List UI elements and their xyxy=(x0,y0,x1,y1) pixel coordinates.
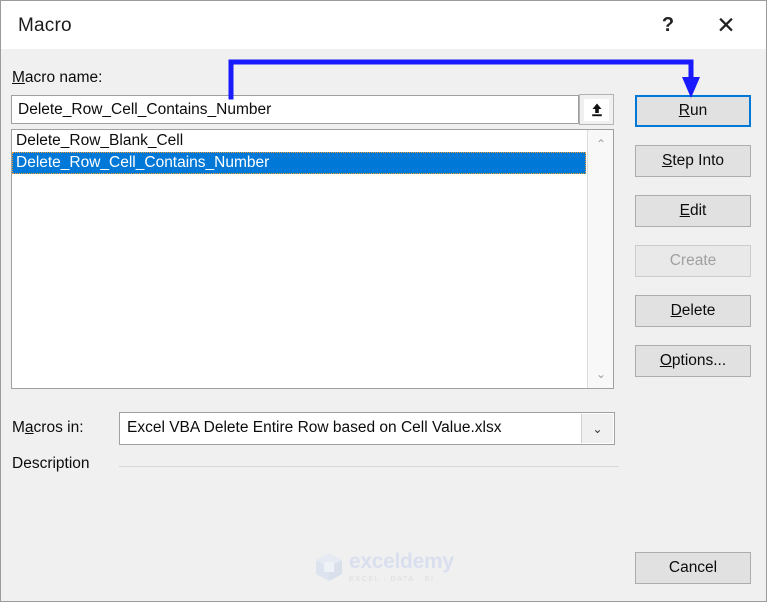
macros-in-label-accel: a xyxy=(24,419,34,436)
run-button-label: un xyxy=(689,102,708,119)
list-item[interactable]: Delete_Row_Blank_Cell xyxy=(12,130,586,152)
cancel-button-label: Cancel xyxy=(668,559,718,576)
edit-button-accel: E xyxy=(679,202,690,219)
upload-arrow-button[interactable] xyxy=(579,94,614,125)
exceldemy-wordmark: exceldemy EXCEL · DATA · BI xyxy=(349,551,454,583)
macros-in-dropdown[interactable]: Excel VBA Delete Entire Row based on Cel… xyxy=(119,412,615,445)
step-into-button-accel: S xyxy=(661,152,673,169)
screen: Macro ? ✕ Macro name: Delete_Row_Blank_C… xyxy=(0,0,767,602)
delete-button[interactable]: Delete xyxy=(635,295,751,327)
options-button-label: ptions... xyxy=(671,352,727,369)
create-button: Create xyxy=(635,245,751,277)
delete-button-accel: D xyxy=(670,302,682,319)
step-into-button[interactable]: Step Into xyxy=(635,145,751,177)
macros-in-label-pre: M xyxy=(12,419,25,436)
macro-name-label: Macro name: xyxy=(12,69,102,87)
exceldemy-logo-icon xyxy=(314,551,344,583)
run-button[interactable]: Run xyxy=(635,95,751,127)
macro-name-label-rest: acro name: xyxy=(24,69,103,86)
exceldemy-watermark: exceldemy EXCEL · DATA · BI xyxy=(314,547,460,587)
run-button-accel: R xyxy=(678,102,690,119)
macros-in-label-post: cros in: xyxy=(33,419,84,436)
macro-listbox[interactable]: Delete_Row_Blank_Cell Delete_Row_Cell_Co… xyxy=(11,129,614,389)
delete-button-label: elete xyxy=(681,302,716,319)
macro-name-label-accel: M xyxy=(12,69,25,86)
macros-in-label: Macros in: xyxy=(12,419,84,437)
macros-in-value: Excel VBA Delete Entire Row based on Cel… xyxy=(127,419,502,436)
close-button[interactable]: ✕ xyxy=(702,1,750,49)
description-label: Description xyxy=(12,455,96,473)
step-into-button-label: tep Into xyxy=(672,152,725,169)
macro-name-input[interactable] xyxy=(11,95,579,124)
edit-button[interactable]: Edit xyxy=(635,195,751,227)
exceldemy-tagline: EXCEL · DATA · BI xyxy=(349,574,435,584)
macro-dialog: Macro ? ✕ Macro name: Delete_Row_Blank_C… xyxy=(0,0,767,602)
listbox-scrollbar[interactable]: ⌃ ⌄ xyxy=(587,130,613,388)
scroll-up-icon[interactable]: ⌃ xyxy=(588,132,613,156)
cancel-button[interactable]: Cancel xyxy=(635,552,751,584)
scroll-down-icon[interactable]: ⌄ xyxy=(588,362,613,386)
help-button[interactable]: ? xyxy=(644,1,692,49)
edit-button-label: dit xyxy=(689,202,707,219)
macro-list-items: Delete_Row_Blank_Cell Delete_Row_Cell_Co… xyxy=(12,130,586,174)
upload-arrow-icon xyxy=(584,98,609,121)
description-separator xyxy=(119,466,619,467)
list-item[interactable]: Delete_Row_Cell_Contains_Number xyxy=(12,152,586,174)
create-button-label: Create xyxy=(669,252,717,269)
chevron-down-icon[interactable]: ⌄ xyxy=(581,414,613,443)
options-button[interactable]: Options... xyxy=(635,345,751,377)
title-bar: Macro ? ✕ xyxy=(1,1,766,49)
exceldemy-name: exceldemy xyxy=(349,550,454,574)
dialog-title: Macro xyxy=(18,15,72,36)
options-button-accel: O xyxy=(659,352,672,369)
